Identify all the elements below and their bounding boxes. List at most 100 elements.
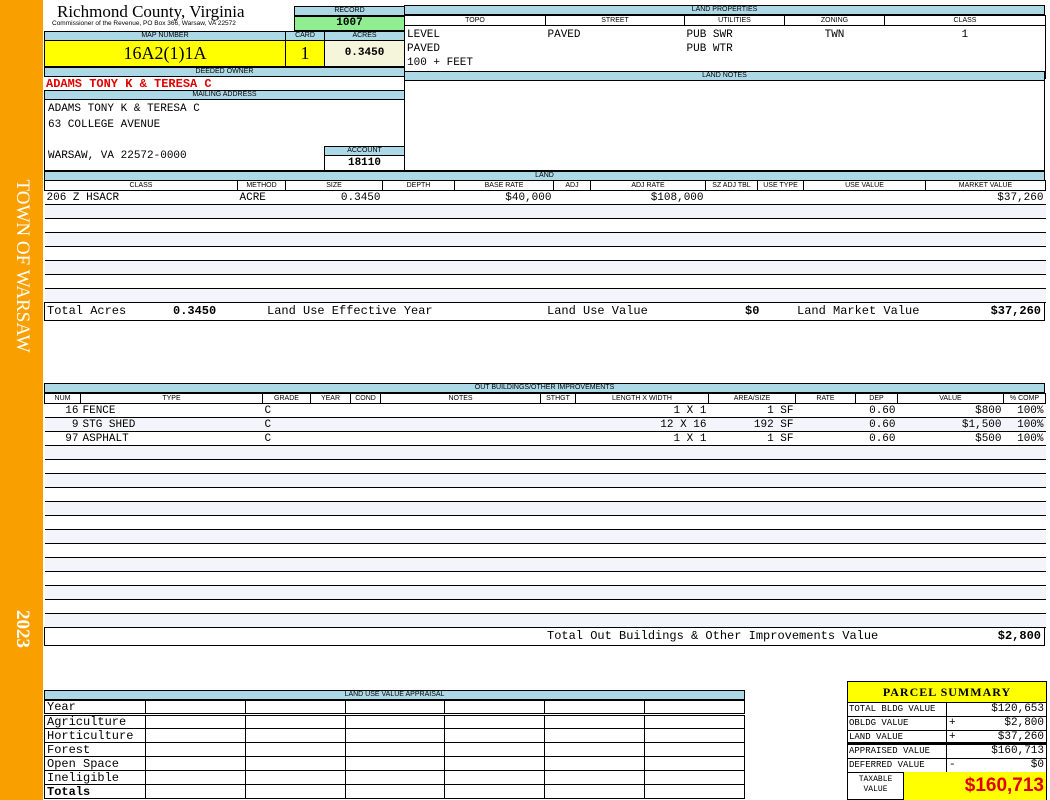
summary-label: OBLDG VALUE (848, 717, 947, 730)
table-row[interactable]: 9 STG SHED C 12 X 16 192 SF 0.60 $1,500 100% (44, 417, 1046, 432)
value-cell (444, 714, 546, 729)
column-header: RATE (795, 393, 856, 404)
value-cell (644, 700, 745, 716)
column-header: CLASS (884, 15, 1046, 26)
land-use-appraisal-label: LAND USE VALUE APPRAISAL (44, 690, 745, 700)
land-use-row: Totals (44, 784, 745, 799)
tax-year: 2023 (11, 610, 33, 648)
cell: 0.60 (855, 403, 898, 418)
land-market-value: $37,260 (990, 304, 1041, 318)
cell (310, 403, 351, 418)
cell: $500 (897, 431, 1004, 446)
cell (380, 431, 541, 446)
value-cell (644, 714, 745, 729)
summary-value: $120,653 (991, 703, 1044, 715)
value-cell (544, 784, 646, 799)
value-cell (544, 700, 646, 716)
cell: $800 (897, 403, 1004, 418)
header-row: NUM TYPE GRADE YEAR COND NOTES STHGT LENGTH X W… (44, 393, 1046, 404)
column-header: AREA/SIZE (708, 393, 796, 404)
column-header: GRADE (262, 393, 311, 404)
value-cell (544, 742, 646, 757)
land-notes-area[interactable] (404, 80, 1045, 171)
cell (310, 417, 351, 432)
summary-row: APPRAISED VALUE $160,713 (848, 745, 1046, 759)
row-label: Forest (44, 742, 146, 757)
value-cell (344, 742, 446, 757)
column-header: NUM (44, 393, 81, 404)
cell (795, 403, 856, 418)
summary-row: LAND VALUE + $37,260 (848, 731, 1046, 745)
column-header: BASE RATE (454, 180, 554, 191)
table-row[interactable]: 97 ASPHALT C 1 X 11 SF 0.60 $500 100% (44, 431, 1046, 446)
summary-row: TOTAL BLDG VALUE $120,653 (848, 703, 1046, 717)
row-label: Ineligible (44, 770, 146, 785)
topo-value: LEVEL (407, 29, 441, 41)
deeded-owner-name: ADAMS TONY K & TERESA C (46, 77, 212, 91)
value-cell (444, 742, 546, 757)
land-properties-label: LAND PROPERTIES (404, 5, 1045, 15)
value-cell (444, 770, 546, 785)
town-name: TOWN OF WARSAW (11, 179, 33, 353)
empty-row (44, 585, 1046, 600)
outbuildings-total: Total Out Buildings & Other Improvements… (44, 627, 1045, 646)
column-header: % COMP (1003, 393, 1046, 404)
summary-value: $2,800 (1004, 717, 1044, 729)
land-use-row: Open Space (44, 756, 745, 771)
column-header: MARKET VALUE (925, 180, 1046, 191)
outbuildings-total-value: $2,800 (997, 629, 1041, 643)
street-value: PAVED (547, 29, 581, 41)
value-cell (444, 756, 546, 771)
summary-label: TOTAL BLDG VALUE (848, 703, 947, 716)
value-cell (145, 784, 246, 799)
utilities-value: PUB SWR (686, 29, 733, 41)
empty-row (44, 459, 1046, 474)
cell (540, 403, 576, 418)
row-label: Totals (44, 784, 146, 799)
column-header: METHOD (237, 180, 286, 191)
empty-row (44, 246, 1046, 261)
cell: C (262, 417, 311, 432)
row-label: Agriculture (44, 714, 146, 729)
cell: 206 Z HSACR (44, 190, 238, 205)
utilities-value: PUB WTR (686, 43, 733, 55)
summary-label: DEFERRED VALUE (848, 759, 947, 772)
summary-sign (947, 745, 961, 758)
value-cell (544, 714, 646, 729)
cell (380, 417, 541, 432)
value-cell (145, 728, 246, 743)
cell: 12 X 16 (575, 417, 709, 432)
column-header: CLASS (44, 180, 238, 191)
value-cell (145, 714, 246, 729)
summary-label: LAND VALUE (848, 731, 947, 742)
table-row[interactable]: 16 FENCE C 1 X 11 SF 0.60 $800 100% (44, 403, 1046, 418)
record-label: RECORD (294, 6, 405, 16)
topo-value: 100 + FEET (407, 57, 474, 69)
summary-sign: + (949, 717, 956, 729)
county-title: Richmond County, Virginia (57, 2, 245, 21)
value-cell (145, 700, 246, 716)
row-label: Horticulture (44, 728, 146, 743)
table-row[interactable]: 206 Z HSACR ACRE 0.3450 $40,000 $108,000 $37,… (44, 190, 1046, 205)
empty-row (44, 288, 1046, 303)
land-table: CLASS METHOD SIZE DEPTH BASE RATE ADJ ADJ RATE… (44, 180, 1046, 303)
cell (310, 431, 351, 446)
value-cell (145, 742, 246, 757)
empty-row (44, 473, 1046, 488)
column-header: ADJ RATE (590, 180, 706, 191)
cell: 0.3450 (285, 190, 383, 205)
office-address: Commissioner of the Revenue, PO Box 366,… (52, 20, 236, 27)
column-header: STREET (545, 15, 685, 26)
empty-row (44, 218, 1046, 233)
summary-value: $37,260 (997, 731, 1044, 743)
land-use-row: Year (44, 700, 745, 716)
card-value: 1 (285, 40, 325, 67)
cell (540, 417, 576, 432)
cell (757, 190, 804, 205)
value-cell (644, 756, 745, 771)
empty-row (44, 274, 1046, 289)
summary-label: APPRAISED VALUE (848, 745, 947, 758)
cell: C (262, 431, 311, 446)
header-row: CLASS METHOD SIZE DEPTH BASE RATE ADJ ADJ RATE… (44, 180, 1046, 191)
cell: 9 (44, 417, 81, 432)
